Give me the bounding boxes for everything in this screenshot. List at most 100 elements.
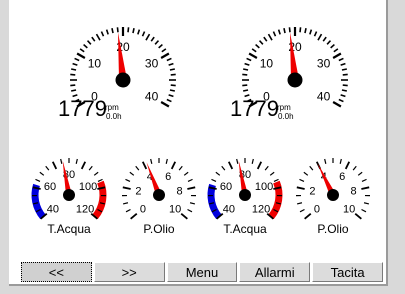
small-tick — [303, 171, 309, 176]
rpm-tick — [258, 40, 264, 45]
small-tick-label: 120 — [76, 203, 94, 215]
oil-pressure-gauge: 0246810P.Olio — [295, 158, 371, 236]
rpm-tick — [86, 40, 92, 45]
small-tick-label: 120 — [252, 203, 270, 215]
small-tick — [80, 161, 87, 170]
small-tick — [183, 171, 189, 176]
small-tick-label: 0 — [314, 203, 320, 215]
rpm-tick — [244, 62, 250, 66]
small-tick — [344, 161, 351, 170]
rpm-tick — [105, 29, 109, 35]
rpm-tick — [340, 94, 346, 98]
rpm-tick-label: 30 — [145, 57, 159, 71]
rpm-unit: rpm — [277, 103, 291, 112]
rpm-hub — [115, 72, 131, 88]
small-tick — [352, 165, 357, 171]
rpm-value: 1779 — [230, 96, 279, 121]
oil-pressure-gauge: 0246810P.Olio — [121, 158, 197, 236]
small-tick-label: 60 — [220, 181, 232, 193]
small-tick — [227, 161, 234, 170]
small-tick — [211, 178, 217, 183]
rpm-tick — [95, 33, 101, 41]
gauge-label: T.Acqua — [223, 222, 267, 236]
alarms-button[interactable]: Allarmi — [239, 262, 311, 282]
rpm-tick — [272, 31, 277, 37]
rpm-tick — [263, 36, 268, 42]
small-hub — [327, 189, 339, 201]
small-tick — [357, 171, 363, 176]
rpm-tick — [338, 98, 344, 103]
small-tick — [39, 171, 45, 176]
small-tick-label: 100 — [255, 181, 273, 193]
engine-hours: 0.0h — [106, 112, 122, 121]
rpm-tick — [79, 48, 85, 53]
rpm-tick — [161, 48, 167, 53]
small-tick — [189, 202, 196, 205]
prev-button[interactable]: << — [21, 262, 92, 282]
small-tick — [251, 158, 254, 164]
small-tick-label: 40 — [223, 203, 235, 215]
rpm-tick — [333, 48, 339, 53]
rpm-tick — [154, 40, 160, 45]
rpm-tick — [283, 27, 286, 34]
water-temp-gauge: 406080100120T.Acqua — [31, 158, 107, 236]
rpm-tick — [322, 36, 327, 42]
small-tick — [269, 171, 275, 176]
small-tick-label: 2 — [309, 186, 315, 198]
rpm-tick — [242, 68, 249, 71]
gauge-label: P.Olio — [143, 222, 174, 236]
silence-button[interactable]: Tacita — [312, 262, 383, 282]
rpm-tick — [304, 27, 307, 34]
small-tick — [51, 161, 58, 170]
gauge-label: T.Acqua — [47, 222, 91, 236]
rpm-tick — [251, 48, 257, 53]
small-tick — [122, 186, 131, 190]
rpm-tick — [116, 27, 119, 33]
small-tick — [122, 202, 129, 205]
small-tick — [296, 202, 303, 205]
rpm-tick — [70, 89, 77, 92]
small-tick — [150, 158, 153, 164]
small-tick-label: 8 — [176, 186, 182, 198]
small-tick-label: 8 — [350, 186, 356, 198]
small-tick-label: 0 — [140, 203, 146, 215]
next-button[interactable]: >> — [93, 262, 165, 282]
rpm-tick — [168, 94, 174, 98]
rpm-tick — [288, 27, 291, 33]
small-hub — [153, 189, 165, 201]
small-tick — [88, 165, 93, 171]
rpm-tick — [326, 40, 332, 45]
small-tick — [187, 208, 193, 213]
small-tick — [273, 178, 279, 183]
small-tick — [256, 161, 263, 170]
rpm-tick — [170, 84, 176, 87]
small-tick — [75, 158, 78, 164]
rpm-tick — [160, 101, 170, 108]
small-tick — [60, 158, 63, 164]
rpm-tick — [299, 27, 302, 33]
rpm-tick — [255, 43, 260, 49]
rpm-tick — [158, 43, 163, 49]
small-tick — [354, 212, 362, 220]
small-hub — [63, 189, 75, 201]
small-tick-label: 2 — [135, 186, 141, 198]
menu-button[interactable]: Menu — [166, 262, 238, 282]
small-tick — [187, 178, 193, 183]
engine-hours: 0.0h — [278, 112, 294, 121]
gauge-panel: 0 10 20 30 40 1779 rpm 0.0h 0 10 20 30 40 1779 rpm 0.0h… — [9, 0, 388, 286]
small-tick — [97, 178, 103, 183]
rpm-tick — [76, 52, 86, 59]
small-tick-label: 6 — [165, 171, 171, 183]
rpm-tick — [91, 36, 96, 42]
rpm-tick — [267, 33, 273, 41]
small-tick — [215, 171, 221, 176]
rpm-tick-label: 10 — [88, 57, 102, 71]
small-tick — [125, 208, 131, 213]
rpm-tick — [248, 52, 258, 59]
small-tick — [125, 178, 131, 183]
small-tick — [361, 208, 367, 213]
small-tick — [324, 158, 327, 164]
rpm-tick-label: 40 — [317, 90, 331, 104]
rpm-tick — [168, 62, 174, 66]
rpm-tick — [277, 29, 281, 35]
